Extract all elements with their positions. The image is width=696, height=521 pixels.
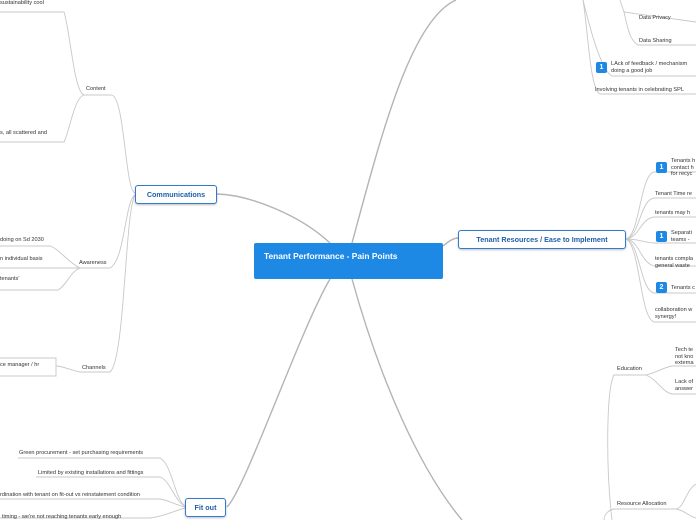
awareness-topic[interactable]: Awareness [79, 260, 107, 267]
content-item-2[interactable]: s, all scattered and [0, 130, 47, 137]
resources-item-1[interactable]: Tenants h contact h for recyc [671, 158, 696, 178]
education-item-2[interactable]: Lack of answer [675, 379, 696, 392]
priority-badge: 2 [656, 282, 667, 293]
data-privacy-item[interactable]: Data Privacy [639, 15, 671, 22]
fitout-topic[interactable]: Fit out [185, 498, 226, 517]
celebrating-item[interactable]: Involving tenants in celebrating SPL [595, 87, 684, 94]
priority-badge: 1 [656, 231, 667, 242]
resources-label: Tenant Resources / Ease to Implement [476, 235, 608, 244]
channels-item-1[interactable]: ce manager / hr [0, 362, 39, 369]
fitout-item-2[interactable]: Limited by existing installations and fi… [38, 470, 143, 477]
resources-item-3[interactable]: tenants may h [655, 210, 690, 217]
communications-label: Communications [146, 190, 206, 199]
root-topic[interactable]: Tenant Performance - Pain Points [254, 243, 443, 279]
resources-topic[interactable]: Tenant Resources / Ease to Implement [458, 230, 626, 249]
awareness-item-1[interactable]: doing on Sd 2030 [0, 237, 44, 244]
communications-topic[interactable]: Communications [135, 185, 217, 204]
channels-topic[interactable]: Channels [82, 365, 106, 372]
fitout-item-1[interactable]: Green procurement - set purchasing requi… [19, 450, 143, 457]
resources-item-4[interactable]: Separati teams - [671, 230, 696, 243]
data-sharing-item[interactable]: Data Sharing [639, 38, 672, 45]
resource-allocation-topic[interactable]: Resource Allocation [617, 501, 666, 508]
content-item-1[interactable]: sustainability cool [0, 0, 44, 7]
fitout-item-3[interactable]: rdination with tenant on fit-out vs rein… [0, 492, 140, 499]
priority-badge: 1 [656, 162, 667, 173]
feedback-item[interactable]: LAck of feedback / mechanism doing a goo… [611, 61, 696, 74]
education-topic[interactable]: Education [617, 366, 642, 373]
root-title: Tenant Performance - Pain Points [264, 251, 398, 261]
awareness-item-3[interactable]: tenants' [0, 276, 19, 283]
resources-item-7[interactable]: collaboration w synergy! [655, 307, 696, 320]
education-item-1[interactable]: Tech te not kno externa [675, 347, 696, 367]
awareness-item-2[interactable]: n individual basis [0, 256, 43, 263]
resources-item-5[interactable]: tenants compla general waste [655, 256, 696, 269]
fitout-label: Fit out [194, 503, 217, 512]
priority-badge: 1 [596, 62, 607, 73]
resources-item-6[interactable]: Tenants c [671, 285, 695, 292]
resources-item-2[interactable]: Tenant Time re [655, 191, 692, 198]
content-topic[interactable]: Content [86, 86, 106, 93]
